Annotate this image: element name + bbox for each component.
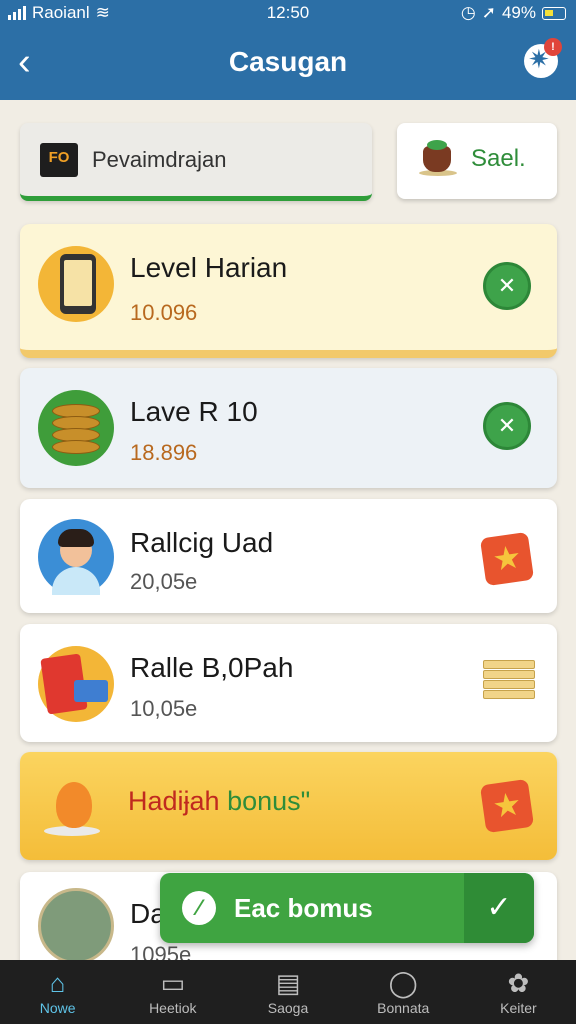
battery-icon [542, 6, 566, 20]
bonus-title-part2: bonus" [227, 786, 311, 816]
check-button[interactable]: ✓ [464, 873, 534, 943]
search-field[interactable]: FO Pevaimdrajan [20, 123, 372, 201]
home-icon: ⌂ [49, 968, 66, 998]
battery-label: 49% [501, 3, 536, 22]
list-item[interactable]: Ralle B,0Pah 10,05e [20, 624, 557, 742]
phone-icon [38, 246, 114, 322]
nav-item-home[interactable]: ⌂ Nowe [0, 960, 115, 1024]
sale-button[interactable]: Sael. [397, 123, 557, 199]
pot-icon [419, 140, 457, 178]
nav-item-saoga[interactable]: ▤ Saoga [230, 960, 345, 1024]
search-text: Pevaimdrajan [92, 147, 227, 172]
globe-icon [38, 888, 114, 964]
item-value: 18.896 [130, 440, 198, 465]
bonus-egg-icon [38, 768, 114, 844]
star-icon[interactable] [479, 778, 535, 834]
bonus-title: Hadiɉah bonus" [128, 786, 310, 817]
document-icon: ▤ [275, 968, 301, 998]
check-icon: ✓ [486, 891, 512, 924]
item-value: 10,05e [130, 696, 198, 721]
item-title: Rallcig Uad [130, 527, 274, 558]
bottom-nav: ⌂ Nowe ▭ Heetiok ▤ Saoga ◯ Bonnata ✿ Kei… [0, 960, 576, 1024]
bonus-toast[interactable]: ⁄ Eac bomus ✓ [160, 873, 534, 943]
nav-label: Bonnata [377, 1000, 430, 1016]
bonus-item[interactable]: Hadiɉah bonus" [20, 752, 557, 860]
bonus-title-part1: Hadiɉah [128, 786, 220, 816]
toast-text: Eac bomus [234, 893, 373, 923]
item-title: Level Harian [130, 252, 288, 283]
nav-item-history[interactable]: ▭ Heetiok [115, 960, 230, 1024]
wrench-icon: ⁄ [182, 891, 216, 925]
list-item[interactable]: Rallcig Uad 20,05e [20, 499, 557, 613]
shopping-bag-icon [38, 646, 114, 722]
nav-item-profile[interactable]: ◯ Bonnata [346, 960, 461, 1024]
cards-stack-icon[interactable] [483, 654, 535, 702]
badge-icon: ✿ [507, 968, 530, 998]
app-bar: ‹ Casugan ! [0, 28, 576, 100]
location-icon: ➚ [481, 3, 496, 22]
item-value: 20,05e [130, 569, 198, 594]
page-title: Casugan [228, 46, 348, 77]
sale-label: Sael. [471, 145, 526, 172]
person-icon [38, 519, 114, 595]
item-value: 10.096 [130, 300, 198, 325]
status-right: ◷ ➚ 49% [461, 3, 566, 23]
star-icon[interactable] [479, 531, 535, 587]
nav-label: Keiter [500, 1000, 537, 1016]
nav-label: Saoga [267, 1000, 309, 1016]
nav-label: Nowe [39, 1000, 76, 1016]
list-item[interactable]: Level Harian 10.096 [20, 224, 557, 358]
tool-action-button[interactable] [483, 402, 531, 450]
coins-icon [38, 390, 114, 466]
status-bar: Raoianl ≋ 12:50 ◷ ➚ 49% [0, 0, 576, 28]
nav-item-keiter[interactable]: ✿ Keiter [461, 960, 576, 1024]
alarm-icon: ◷ [460, 3, 476, 22]
folder-icon: ▭ [160, 968, 186, 998]
user-icon: ◯ [388, 968, 418, 998]
notification-badge: ! [544, 38, 562, 56]
list-item[interactable]: Lave R 10 18.896 [20, 368, 557, 488]
brand-logo-icon: FO [40, 143, 78, 177]
settings-button[interactable]: ! [524, 38, 562, 78]
item-title: Lave R 10 [130, 396, 258, 427]
item-title: Ralle B,0Pah [130, 652, 294, 683]
nav-label: Heetiok [149, 1000, 197, 1016]
tool-action-button[interactable] [483, 262, 531, 310]
